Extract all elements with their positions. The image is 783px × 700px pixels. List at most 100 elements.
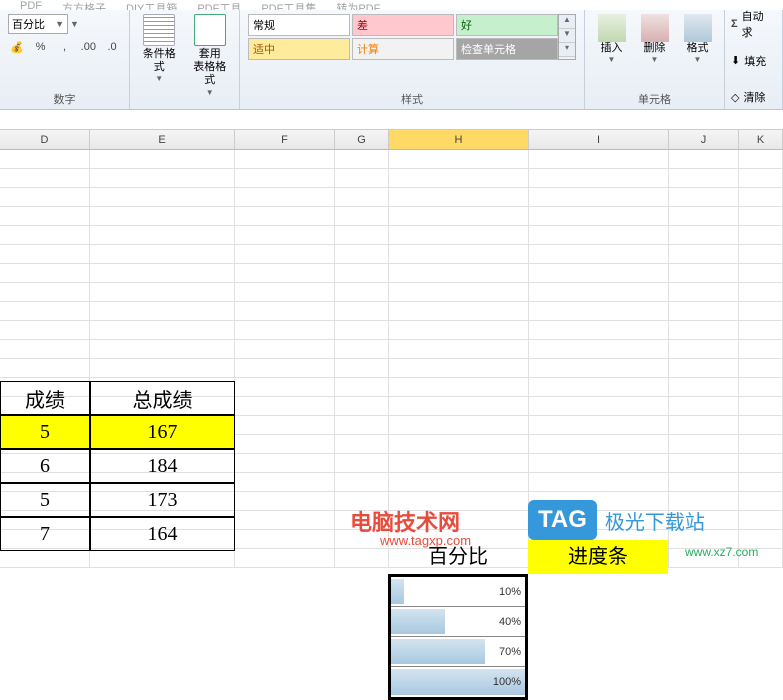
cell[interactable] bbox=[669, 359, 739, 378]
cell[interactable] bbox=[739, 435, 783, 454]
cell[interactable] bbox=[669, 264, 739, 283]
cell[interactable] bbox=[389, 416, 529, 435]
cell[interactable] bbox=[90, 150, 235, 169]
cell[interactable] bbox=[669, 207, 739, 226]
cell[interactable] bbox=[739, 492, 783, 511]
cell[interactable] bbox=[739, 416, 783, 435]
cell[interactable] bbox=[389, 321, 529, 340]
number-format-dropdown[interactable]: 百分比 ▼ bbox=[8, 14, 68, 34]
cell[interactable] bbox=[235, 302, 335, 321]
cell[interactable] bbox=[90, 321, 235, 340]
percent-cell[interactable]: 70% bbox=[391, 637, 525, 667]
cell[interactable] bbox=[739, 226, 783, 245]
cell[interactable] bbox=[739, 397, 783, 416]
tab[interactable]: DIY工具箱 bbox=[126, 0, 177, 10]
cell[interactable] bbox=[90, 359, 235, 378]
cell[interactable] bbox=[90, 340, 235, 359]
cell[interactable] bbox=[335, 321, 389, 340]
cell[interactable] bbox=[235, 359, 335, 378]
cell[interactable] bbox=[739, 302, 783, 321]
increase-decimal-icon[interactable]: .00 bbox=[79, 38, 97, 56]
cell[interactable] bbox=[0, 302, 90, 321]
table-format-button[interactable]: 套用 表格格式 ▼ bbox=[189, 14, 232, 97]
cell[interactable] bbox=[235, 188, 335, 207]
cell[interactable] bbox=[739, 321, 783, 340]
cell[interactable] bbox=[389, 302, 529, 321]
cell[interactable] bbox=[235, 530, 335, 549]
cell[interactable] bbox=[335, 169, 389, 188]
tab[interactable]: PDF工具 bbox=[197, 0, 241, 10]
percent-cell[interactable]: 40% bbox=[391, 607, 525, 637]
cell[interactable] bbox=[739, 359, 783, 378]
cell[interactable] bbox=[529, 264, 669, 283]
table-cell[interactable]: 164 bbox=[90, 517, 235, 551]
column-header[interactable]: I bbox=[529, 130, 669, 149]
format-button[interactable]: 格式 ▼ bbox=[679, 14, 716, 64]
cell[interactable] bbox=[90, 207, 235, 226]
cell[interactable] bbox=[235, 264, 335, 283]
cell[interactable] bbox=[335, 207, 389, 226]
cell[interactable] bbox=[90, 549, 235, 568]
cell[interactable] bbox=[389, 454, 529, 473]
table-cell[interactable]: 173 bbox=[90, 483, 235, 517]
cell[interactable] bbox=[529, 435, 669, 454]
cell[interactable] bbox=[669, 473, 739, 492]
cell[interactable] bbox=[235, 226, 335, 245]
cell[interactable] bbox=[0, 359, 90, 378]
cell[interactable] bbox=[389, 359, 529, 378]
cell[interactable] bbox=[739, 188, 783, 207]
percent-selection[interactable]: 10%40%70%100% bbox=[388, 574, 528, 700]
cell[interactable] bbox=[335, 359, 389, 378]
conditional-format-button[interactable]: 条件格式 ▼ bbox=[138, 14, 181, 97]
cell[interactable] bbox=[235, 549, 335, 568]
cell[interactable] bbox=[529, 226, 669, 245]
cell[interactable] bbox=[335, 435, 389, 454]
cell[interactable] bbox=[235, 511, 335, 530]
cell[interactable] bbox=[335, 454, 389, 473]
cell[interactable] bbox=[529, 207, 669, 226]
cell[interactable] bbox=[529, 188, 669, 207]
cell[interactable] bbox=[335, 473, 389, 492]
style-normal[interactable]: 常规 bbox=[248, 14, 350, 36]
cell[interactable] bbox=[235, 416, 335, 435]
cell[interactable] bbox=[335, 264, 389, 283]
column-header[interactable]: H bbox=[389, 130, 529, 149]
cell[interactable] bbox=[669, 245, 739, 264]
cell[interactable] bbox=[389, 378, 529, 397]
cell[interactable] bbox=[669, 283, 739, 302]
cell[interactable] bbox=[529, 245, 669, 264]
cell[interactable] bbox=[389, 340, 529, 359]
table-cell[interactable]: 7 bbox=[0, 517, 90, 551]
cell[interactable] bbox=[0, 226, 90, 245]
cell[interactable] bbox=[669, 302, 739, 321]
cell[interactable] bbox=[669, 397, 739, 416]
cell[interactable] bbox=[389, 169, 529, 188]
cell[interactable] bbox=[529, 340, 669, 359]
cell[interactable] bbox=[235, 378, 335, 397]
cell[interactable] bbox=[90, 283, 235, 302]
table-cell[interactable]: 184 bbox=[90, 449, 235, 483]
cell[interactable] bbox=[389, 283, 529, 302]
cell[interactable] bbox=[529, 283, 669, 302]
comma-icon[interactable]: , bbox=[56, 38, 74, 56]
column-header[interactable]: E bbox=[90, 130, 235, 149]
cell[interactable] bbox=[739, 283, 783, 302]
table-cell[interactable]: 167 bbox=[90, 415, 235, 449]
cell[interactable] bbox=[529, 359, 669, 378]
column-header[interactable]: D bbox=[0, 130, 90, 149]
cell[interactable] bbox=[389, 207, 529, 226]
cell[interactable] bbox=[235, 245, 335, 264]
scroll-down-icon[interactable]: ▼ bbox=[559, 29, 575, 43]
cell[interactable] bbox=[235, 492, 335, 511]
cell[interactable] bbox=[739, 454, 783, 473]
cell[interactable] bbox=[529, 169, 669, 188]
cell[interactable] bbox=[669, 150, 739, 169]
cell[interactable] bbox=[739, 245, 783, 264]
style-check[interactable]: 检查单元格 bbox=[456, 38, 558, 60]
column-header[interactable]: K bbox=[739, 130, 783, 149]
cell[interactable] bbox=[235, 150, 335, 169]
cell[interactable] bbox=[335, 549, 389, 568]
cell[interactable] bbox=[0, 549, 90, 568]
cell[interactable] bbox=[739, 150, 783, 169]
cell[interactable] bbox=[739, 207, 783, 226]
